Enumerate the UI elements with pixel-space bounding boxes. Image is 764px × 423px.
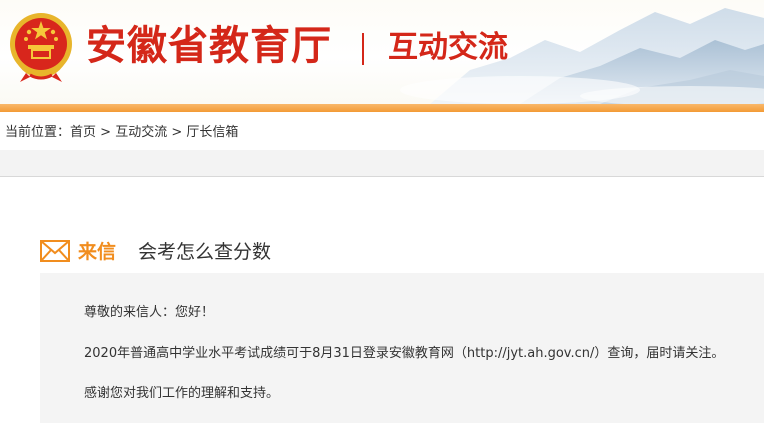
breadcrumb-prefix: 当前位置： [5,125,71,140]
section-title: 互动交流 [388,30,508,65]
reply-content: 尊敬的来信人：您好！ 2020年普通高中学业水平考试成绩可于8月31日登录安徽教… [40,273,764,423]
breadcrumb-separator: > [100,125,112,140]
breadcrumb-home-link[interactable]: 首页 [70,125,96,140]
breadcrumb-mailbox-link[interactable]: 厅长信箱 [186,125,238,140]
envelope-icon [40,240,70,262]
header-accent-bar [0,104,764,112]
reply-greeting: 尊敬的来信人：您好！ [84,305,215,320]
breadcrumb-band [0,150,764,176]
breadcrumb-interaction-link[interactable]: 互动交流 [115,125,167,140]
letter-label: 来信 [78,241,117,263]
title-divider [362,33,364,65]
reply-body: 2020年普通高中学业水平考试成绩可于8月31日登录安徽教育网（http://j… [84,346,725,361]
site-title: 安徽省教育厅 [86,23,332,69]
reply-thanks: 感谢您对我们工作的理解和支持。 [84,386,280,401]
national-emblem-icon [10,13,72,82]
letter-subject: 会考怎么查分数 [138,241,272,263]
breadcrumb-separator: > [171,125,183,140]
divider-line [0,176,764,177]
breadcrumb: 当前位置：首页 > 互动交流 > 厅长信箱 [0,118,764,152]
site-header: 安徽省教育厅 互动交流 [0,0,764,104]
